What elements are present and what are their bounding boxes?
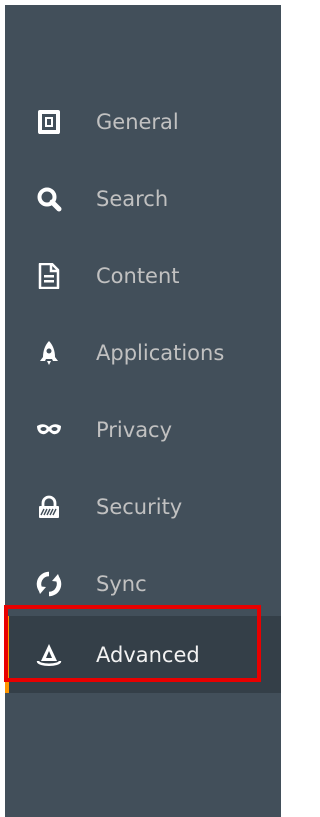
advanced-icon [34, 640, 64, 670]
security-icon [34, 492, 64, 522]
sidebar-item-search[interactable]: Search [5, 160, 281, 237]
selection-accent [5, 616, 9, 693]
sidebar-item-content[interactable]: Content [5, 237, 281, 314]
applications-icon [34, 338, 64, 368]
content-icon [34, 261, 64, 291]
sidebar-item-label: Sync [96, 571, 147, 596]
sidebar-item-label: Applications [96, 340, 225, 365]
preferences-sidebar: General Search Content Applications Priv… [5, 5, 281, 817]
sidebar-item-general[interactable]: General [5, 83, 281, 160]
sidebar-item-label: Security [96, 494, 183, 519]
sidebar-item-label: Content [96, 263, 180, 288]
sidebar-item-sync[interactable]: Sync [5, 545, 281, 622]
sidebar-item-privacy[interactable]: Privacy [5, 391, 281, 468]
sidebar-item-label: Privacy [96, 417, 173, 442]
sync-icon [34, 569, 64, 599]
sidebar-item-label: Search [96, 186, 169, 211]
sidebar-item-applications[interactable]: Applications [5, 314, 281, 391]
privacy-icon [34, 415, 64, 445]
sidebar-item-advanced[interactable]: Advanced [5, 616, 281, 693]
sidebar-item-security[interactable]: Security [5, 468, 281, 545]
search-icon [34, 184, 64, 214]
sidebar-item-label: General [96, 109, 179, 134]
general-icon [34, 107, 64, 137]
sidebar-item-label: Advanced [96, 642, 200, 667]
